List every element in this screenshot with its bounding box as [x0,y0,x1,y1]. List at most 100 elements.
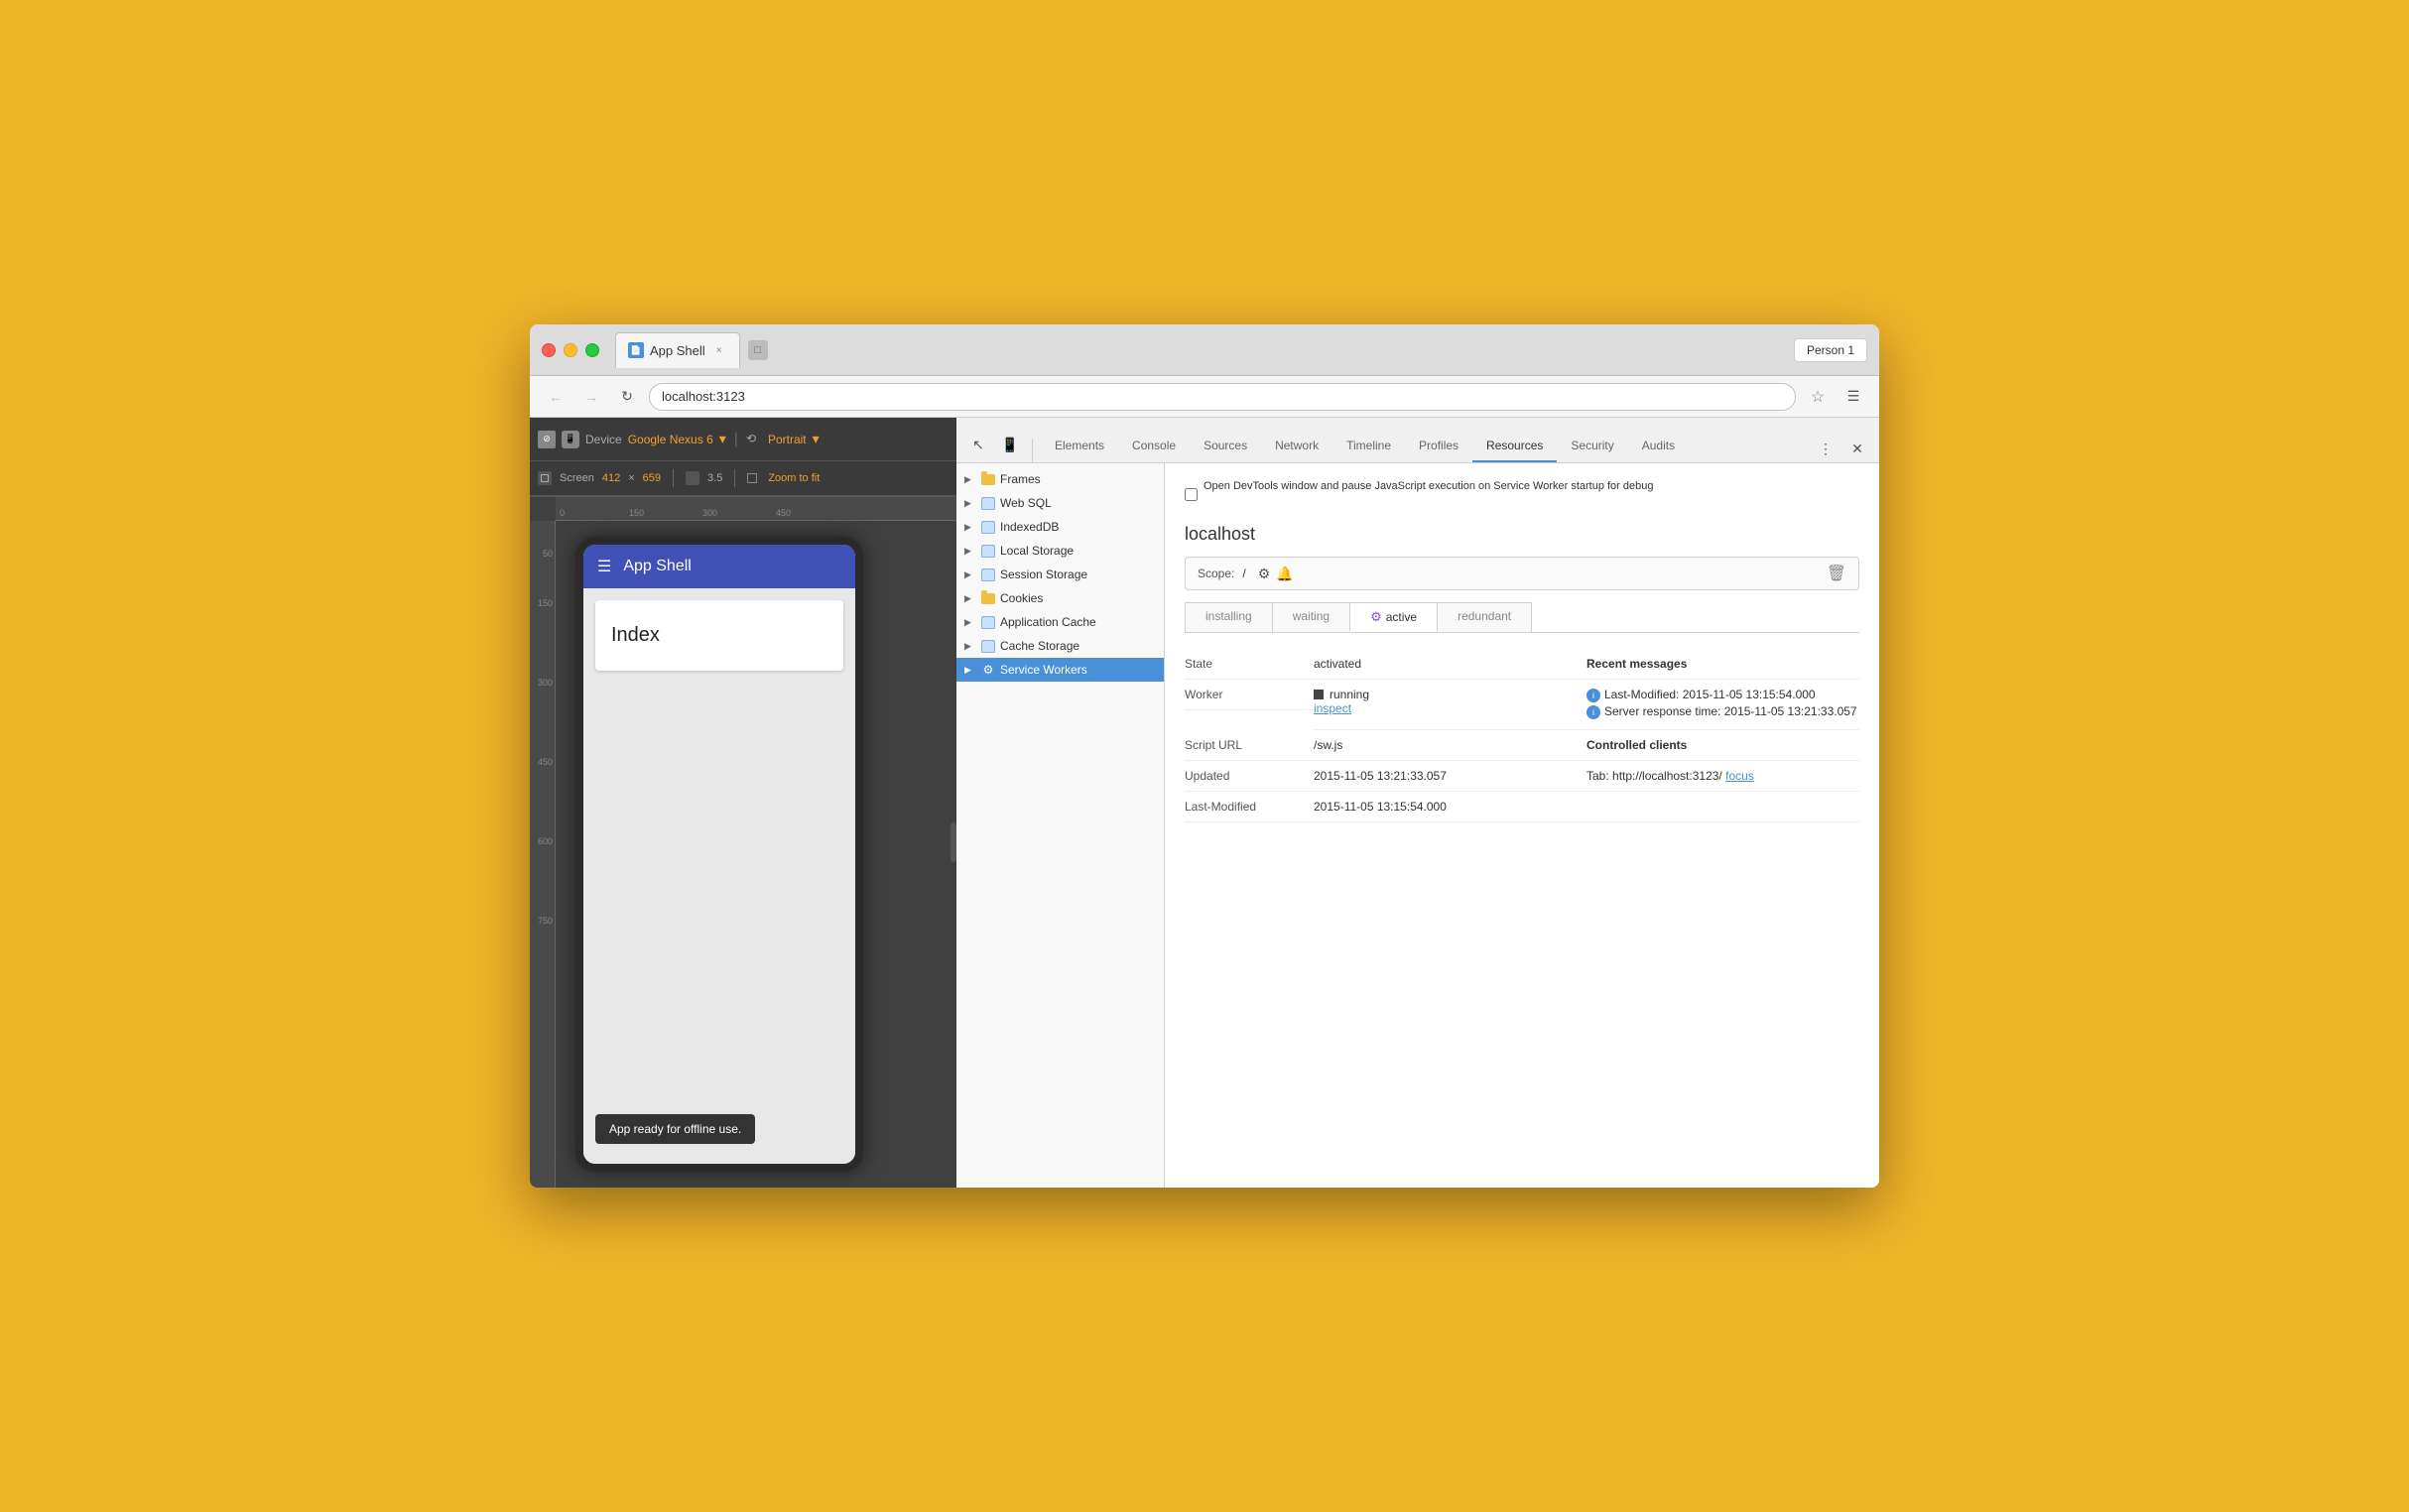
scope-icons: ⚙ 🔔 [1258,566,1294,582]
frames-icon [980,471,996,487]
menu-button[interactable]: ☰ [1839,383,1867,411]
tab-close-button[interactable]: × [711,342,727,358]
sw-scope-bar: Scope: / ⚙ 🔔 🗑 [1185,557,1859,590]
msg-line-2: i Server response time: 2015-11-05 13:21… [1586,704,1859,719]
tab-sources[interactable]: Sources [1190,431,1261,462]
sw-icon: ⚙ [980,662,996,678]
cookies-icon [980,590,996,606]
sw-tab-installing[interactable]: installing [1185,602,1273,632]
tree-item-cookies[interactable]: ▶ Cookies [956,586,1164,610]
reload-button[interactable]: ↻ [613,383,641,411]
device-select-arrow[interactable]: ▾ [719,431,726,447]
bookmark-button[interactable]: ☆ [1804,383,1832,411]
tree-item-sessionstorage[interactable]: ▶ Session Storage [956,563,1164,586]
device-controls: ⊘ 📱 Device Google Nexus 6 ▾ | ⟲ Portrait… [530,418,956,461]
tab-security[interactable]: Security [1557,431,1627,462]
websql-icon [980,495,996,511]
sw-info-grid: State activated Recent messages Worker r… [1185,649,1859,822]
orientation-arrow[interactable]: ▾ [813,431,820,447]
tree-item-appcache[interactable]: ▶ Application Cache [956,610,1164,634]
tab-title: App Shell [650,343,705,358]
close-button[interactable] [542,343,556,357]
back-button[interactable]: ← [542,383,570,411]
last-modified-value: 2015-11-05 13:15:54.000 [1314,792,1586,822]
tree-item-serviceworkers[interactable]: ▶ ⚙ Service Workers [956,658,1164,682]
focus-link[interactable]: focus [1725,769,1754,783]
sw-label: Service Workers [1000,663,1087,677]
script-url-value: /sw.js [1314,730,1586,761]
maximize-button[interactable] [585,343,599,357]
frames-arrow: ▶ [964,474,976,485]
ruler-horizontal: 0 150 300 450 [556,497,956,521]
more-tabs-button[interactable]: ⋮ [1812,435,1839,462]
worker-key: Worker [1185,680,1314,710]
traffic-lights [542,343,599,357]
tree-item-frames[interactable]: ▶ Frames [956,467,1164,491]
person-button[interactable]: Person 1 [1794,338,1867,362]
sw-tab-active[interactable]: ⚙ active [1349,602,1438,632]
websql-arrow: ▶ [964,498,976,509]
indexeddb-label: IndexedDB [1000,520,1059,534]
screen-label: Screen [560,472,594,484]
minimize-button[interactable] [564,343,577,357]
active-tab[interactable]: 📄 App Shell × [615,332,740,368]
mobile-icon: 📱 [562,431,579,448]
tab-console[interactable]: Console [1118,431,1190,462]
tab-audits[interactable]: Audits [1628,431,1689,462]
sw-notice-bar: Open DevTools window and pause JavaScrip… [1185,479,1859,510]
worker-value: running inspect [1314,680,1586,730]
zoom-level: 3.5 [707,472,722,484]
sw-tab-waiting[interactable]: waiting [1272,602,1350,632]
scope-delete-button[interactable]: 🗑 [1827,564,1846,583]
updated-value: 2015-11-05 13:21:33.057 [1314,761,1586,792]
device-toolbar-toggle[interactable]: ⊘ [538,431,556,448]
zoom-fit-label: Zoom to fit [768,472,820,484]
indexeddb-icon [980,519,996,535]
address-text: localhost:3123 [662,389,745,404]
mobile-inspect-icon[interactable]: 📱 [996,431,1024,458]
active-gear-icon: ⚙ [1370,609,1382,625]
resize-handle[interactable] [951,822,956,862]
devtools-more: ⋮ ✕ [1812,435,1871,462]
tab-network[interactable]: Network [1261,431,1332,462]
sw-tab-redundant[interactable]: redundant [1437,602,1532,632]
localstorage-icon [980,543,996,559]
app-shell-title: App Shell [623,558,692,575]
sw-debug-checkbox[interactable] [1185,488,1198,501]
close-devtools-button[interactable]: ✕ [1843,435,1871,462]
tab-timeline[interactable]: Timeline [1332,431,1405,462]
appcache-arrow: ▶ [964,617,976,628]
tab-profiles[interactable]: Profiles [1405,431,1472,462]
sw-host: localhost [1185,524,1859,545]
scope-bell-icon[interactable]: 🔔 [1276,566,1293,582]
device-name: Google Nexus 6 [628,433,713,446]
tree-item-cachestorage[interactable]: ▶ Cache Storage [956,634,1164,658]
frames-label: Frames [1000,472,1041,486]
tree-item-indexeddb[interactable]: ▶ IndexedDB [956,515,1164,539]
client-tab-row: Tab: http://localhost:3123/ focus [1586,761,1859,792]
tab-elements[interactable]: Elements [1041,431,1118,462]
inspect-link[interactable]: inspect [1314,701,1351,715]
sessionstorage-icon [980,567,996,582]
separator [673,469,674,487]
last-modified-key: Last-Modified [1185,792,1314,822]
hamburger-icon: ☰ [597,557,611,576]
scope-value: / [1242,567,1245,580]
ruler-area: 0 150 300 450 50 150 300 450 600 750 [530,497,956,1188]
tree-item-websql[interactable]: ▶ Web SQL [956,491,1164,515]
tab-resources[interactable]: Resources [1472,431,1557,462]
address-bar[interactable]: localhost:3123 [649,383,1796,411]
updated-key: Updated [1185,761,1314,792]
swap-orientation-icon[interactable]: ⟲ [746,432,762,447]
ruler-toggle[interactable] [538,471,552,485]
stop-worker-button[interactable] [1314,690,1324,699]
forward-button[interactable]: → [577,383,605,411]
device-toolbar: ⊘ 📱 Device Google Nexus 6 ▾ | ⟲ Portrait… [530,418,956,1188]
scope-settings-icon[interactable]: ⚙ [1258,566,1271,582]
cursor-icon[interactable]: ↖ [964,431,992,458]
info-icon-1: i [1586,689,1600,702]
zoom-checkbox[interactable] [747,473,757,483]
new-tab-button[interactable]: □ [744,336,772,364]
tree-item-localstorage[interactable]: ▶ Local Storage [956,539,1164,563]
app-content: Index App ready for offline use. [583,588,855,1164]
